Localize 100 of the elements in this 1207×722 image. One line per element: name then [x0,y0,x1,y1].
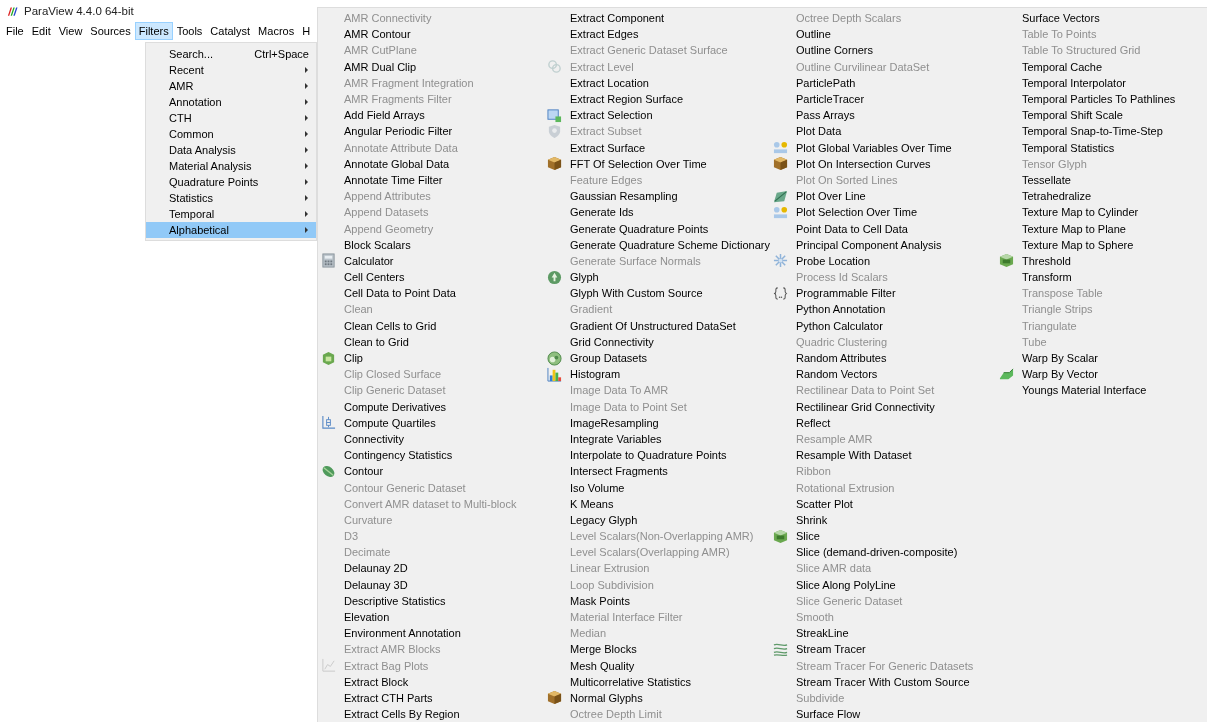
menu-item[interactable]: Histogram [544,366,770,383]
menu-item[interactable]: Clip [318,349,544,367]
menu-item[interactable]: Compute Derivatives [318,398,544,415]
menu-item[interactable]: File [2,22,28,40]
menu-item[interactable]: Cell Data to Point Data [318,285,544,302]
menu-item[interactable]: Common [146,126,316,142]
menu-item[interactable]: Temporal Particles To Pathlines [996,90,1207,108]
menu-item[interactable]: Stream Tracer With Custom Source [770,673,996,690]
menu-item[interactable]: Group Datasets [544,349,770,367]
menu-item[interactable]: StreakLine [770,625,996,642]
menu-item[interactable]: Transform [996,269,1207,286]
menu-item[interactable]: Plot Global Variables Over Time [770,139,996,156]
menu-item[interactable]: Recent [146,62,316,78]
menu-item[interactable]: Surface Vectors [996,10,1207,27]
menu-item[interactable]: Multicorrelative Statistics [544,673,770,690]
menu-item[interactable]: Extract Location [544,74,770,91]
menu-item[interactable]: Plot Selection Over Time [770,204,996,221]
menu-item[interactable]: Python Annotation [770,301,996,318]
menu-item[interactable]: Extract Edges [544,26,770,43]
menu-item[interactable]: Iso Volume [544,479,770,496]
menu-item[interactable]: K Means [544,495,770,512]
menu-item[interactable]: Macros [254,22,299,40]
menu-item[interactable]: Annotate Global Data [318,155,544,172]
menu-item[interactable]: Delaunay 3D [318,576,544,593]
menu-item[interactable]: Edit [27,22,55,40]
menu-item[interactable]: Threshold [996,252,1207,269]
menu-item[interactable]: Reflect [770,414,996,431]
menu-item[interactable]: Integrate Variables [544,430,770,448]
menu-item[interactable]: Temporal Interpolator [996,74,1207,91]
menu-item[interactable]: Generate Quadrature Scheme Dictionary [544,236,770,253]
menu-item[interactable]: Surface Flow [770,706,996,722]
menu-item[interactable]: Temporal [146,206,316,222]
menu-item[interactable]: CTH [146,110,316,126]
menu-item[interactable]: Tetrahedralize [996,188,1207,205]
menu-item[interactable]: Plot On Intersection Curves [770,155,996,172]
menu-item[interactable]: Extract Selection [544,107,770,124]
menu-item[interactable]: Intersect Fragments [544,463,770,480]
menu-item[interactable]: Cell Centers [318,269,544,286]
menu-item[interactable]: ParticleTracer [770,90,996,108]
menu-item[interactable]: Environment Annotation [318,625,544,642]
menu-item[interactable]: Point Data to Cell Data [770,220,996,237]
menu-item[interactable]: Filters [134,22,173,40]
menu-item[interactable]: Generate Quadrature Points [544,220,770,237]
menu-item[interactable]: Sources [86,22,135,40]
menu-item[interactable]: Random Vectors [770,366,996,383]
menu-item[interactable]: Merge Blocks [544,641,770,658]
menu-item[interactable]: Extract CTH Parts [318,689,544,707]
menu-item[interactable]: Extract Surface [544,139,770,156]
menu-item[interactable]: Gaussian Resampling [544,188,770,205]
menu-item[interactable]: Statistics [146,190,316,206]
menu-item[interactable]: Add Field Arrays [318,107,544,124]
menu-item[interactable]: H [298,22,315,40]
menu-item[interactable]: Texture Map to Cylinder [996,204,1207,221]
menu-item[interactable]: Rectilinear Grid Connectivity [770,398,996,415]
menu-item[interactable]: Alphabetical [146,222,316,238]
menu-item[interactable]: Connectivity [318,430,544,448]
menu-item[interactable]: Delaunay 2D [318,560,544,577]
menu-item[interactable]: ImageResampling [544,414,770,431]
menu-item[interactable]: AMR [146,78,316,94]
menu-item[interactable]: Temporal Shift Scale [996,107,1207,124]
menu-item[interactable]: AMR Contour [318,26,544,43]
menu-item[interactable]: Legacy Glyph [544,511,770,528]
menu-item[interactable]: Interpolate to Quadrature Points [544,447,770,464]
menu-item[interactable]: Annotate Time Filter [318,171,544,189]
menu-item[interactable]: ParticlePath [770,74,996,91]
menu-item[interactable]: Scatter Plot [770,495,996,512]
menu-item[interactable]: Tessellate [996,171,1207,189]
menu-item[interactable]: Probe Location [770,252,996,269]
menu-item[interactable]: Extract Region Surface [544,90,770,108]
menu-item[interactable]: FFT Of Selection Over Time [544,155,770,172]
menu-item[interactable]: Outline [770,26,996,43]
menu-item[interactable]: Grid Connectivity [544,333,770,350]
menu-item[interactable]: Slice [770,528,996,545]
menu-item[interactable]: Warp By Scalar [996,349,1207,367]
menu-item[interactable]: Temporal Snap-to-Time-Step [996,123,1207,140]
menu-item[interactable]: Glyph With Custom Source [544,285,770,302]
menu-item[interactable]: Outline Corners [770,42,996,59]
menu-item[interactable]: Descriptive Statistics [318,592,544,609]
menu-item[interactable]: Data Analysis [146,142,316,158]
menu-item[interactable]: Tools [172,22,207,40]
menu-item[interactable]: Clean Cells to Grid [318,317,544,334]
menu-item[interactable]: Angular Periodic Filter [318,123,544,140]
menu-item[interactable]: Block Scalars [318,236,544,253]
menu-item[interactable]: Compute Quartiles [318,414,544,431]
menu-item[interactable]: Programmable Filter [770,285,996,302]
menu-item[interactable]: Shrink [770,511,996,528]
menu-item[interactable]: Normal Glyphs [544,689,770,707]
menu-item[interactable]: Quadrature Points [146,174,316,190]
menu-item[interactable]: Extract Block [318,673,544,690]
menu-item[interactable]: Youngs Material Interface [996,382,1207,399]
menu-item[interactable]: Plot Data [770,123,996,140]
menu-item[interactable]: Temporal Cache [996,58,1207,75]
menu-item[interactable]: Catalyst [206,22,255,40]
menu-item[interactable]: Stream Tracer [770,641,996,658]
menu-item[interactable]: Warp By Vector [996,366,1207,383]
menu-item[interactable]: Slice (demand-driven-composite) [770,544,996,561]
menu-item[interactable]: Mesh Quality [544,657,770,674]
menu-item[interactable]: Clean to Grid [318,333,544,350]
menu-item[interactable]: Calculator [318,252,544,269]
menu-item[interactable]: Plot Over Line [770,188,996,205]
